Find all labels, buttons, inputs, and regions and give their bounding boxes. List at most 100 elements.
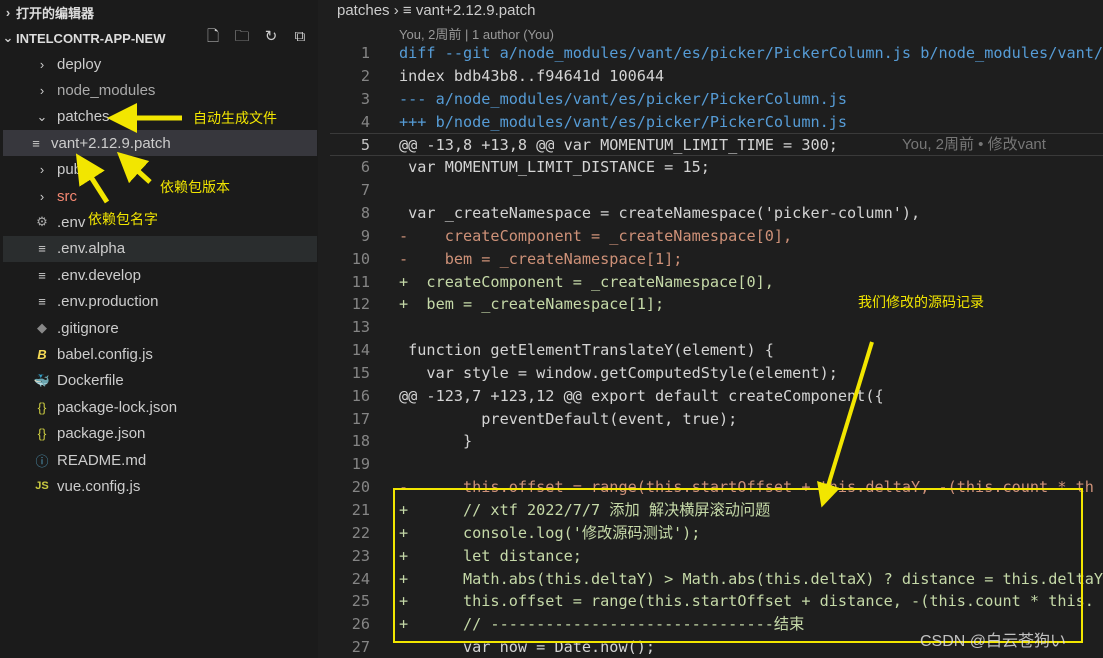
line-number: 18 (351, 432, 370, 451)
code-text: + bem = _createNamespace[1]; (399, 295, 665, 314)
lines-icon: ≡ (38, 241, 46, 257)
label-package-name: 依赖包名字 (88, 211, 158, 227)
code-text: - createComponent = _createNamespace[0], (399, 226, 793, 245)
gear-icon: ⚙ (36, 214, 48, 230)
code-line[interactable]: 19 (330, 453, 1103, 476)
code-line[interactable]: 9 - createComponent = _createNamespace[0]… (330, 225, 1103, 248)
code-line[interactable]: 2 index bdb43b8..f94641d 100644 (330, 65, 1103, 88)
code-line[interactable]: 5 @@ -13,8 +13,8 @@ var MOMENTUM_LIMIT_TI… (330, 133, 1103, 157)
tree-file[interactable]: ◆ .gitignore (3, 315, 317, 341)
code-line[interactable]: 1 diff --git a/node_modules/vant/es/picke… (330, 42, 1103, 65)
breadcrumb-file[interactable]: vant+2.12.9.patch (416, 2, 536, 19)
line-number: 13 (351, 318, 370, 337)
code-line[interactable]: 24 + Math.abs(this.deltaY) > Math.abs(thi… (330, 568, 1103, 591)
breadcrumb-folder[interactable]: patches (337, 2, 390, 19)
code-line[interactable]: 11 + createComponent = _createNamespace[0… (330, 271, 1103, 294)
line-number: 19 (351, 455, 370, 474)
tree-folder[interactable]: › deploy (3, 51, 317, 77)
tree-file[interactable]: 🐳 Dockerfile (3, 368, 317, 394)
code-line[interactable]: 3 --- a/node_modules/vant/es/picker/Picke… (330, 88, 1103, 111)
line-number: 27 (351, 638, 370, 657)
open-editors-section[interactable]: › 打开的编辑器 (0, 0, 94, 24)
chevron-right-icon: › (39, 82, 45, 98)
tree-item-label: vant+2.12.9.patch (51, 134, 171, 152)
line-number: 7 (360, 181, 370, 200)
code-line[interactable]: 25 + this.offset = range(this.startOffset… (330, 590, 1103, 613)
watermark: CSDN @白云苍狗い (920, 633, 1067, 650)
line-number: 1 (360, 44, 370, 62)
tree-item-label: src (57, 187, 77, 205)
tree-file[interactable]: Bbabel.config.js (3, 341, 317, 367)
new-folder-icon[interactable]: 🗀 (233, 28, 251, 46)
label-modified-source: 我们修改的源码记录 (858, 294, 984, 310)
collapse-all-icon[interactable]: ⧉ (291, 28, 309, 46)
code-line[interactable]: 8 var _createNamespace = createNamespace… (330, 202, 1103, 225)
code-line[interactable]: 22 + console.log('修改源码测试'); (330, 522, 1103, 545)
lines-icon: ≡ (38, 294, 46, 310)
codelens-blame[interactable]: You, 2周前 | 1 author (You) (399, 24, 554, 43)
line-number: 25 (351, 592, 370, 611)
tree-file[interactable]: ⚙ .env (3, 209, 317, 235)
tree-item-label: package-lock.json (57, 398, 178, 416)
code-text: - this.offset = range(this.startOffset +… (399, 478, 1094, 497)
line-number: 9 (360, 226, 370, 245)
tree-file[interactable]: ≡ .env.alpha (3, 235, 317, 262)
line-number: 3 (360, 89, 370, 108)
tree-file[interactable]: {} package.json (3, 421, 317, 447)
new-file-icon[interactable]: 🗋 (204, 28, 222, 46)
refresh-icon[interactable]: ↻ (262, 28, 280, 46)
tree-file[interactable]: ≡ vant+2.12.9.patch (3, 130, 317, 157)
chevron-right-icon: › (5, 4, 11, 20)
babel-icon: B (37, 346, 47, 362)
code-line[interactable]: 20 - this.offset = range(this.startOffset… (330, 476, 1103, 499)
tree-item-label: public (57, 161, 97, 179)
line-number: 22 (351, 523, 370, 542)
code-text: var now = Date.now(); (399, 638, 656, 657)
line-number: 12 (351, 295, 370, 314)
code-line[interactable]: 17 preventDefault(event, true); (330, 408, 1103, 431)
tree-item-label: .env.production (57, 293, 159, 311)
code-line[interactable]: 14 function getElementTranslateY(element… (330, 339, 1103, 362)
project-root[interactable]: ⌄ INTELCONTR-APP-NEW (0, 26, 166, 50)
code-line[interactable]: 13 (330, 316, 1103, 339)
code-line[interactable]: 18 } (330, 430, 1103, 453)
line-number: 2 (360, 66, 370, 85)
code-text: var MOMENTUM_LIMIT_DISTANCE = 15; (399, 158, 710, 177)
code-text: + let distance; (399, 546, 582, 565)
editor-pane[interactable]: patches › ≡ vant+2.12.9.patch You, 2周前 |… (330, 0, 1103, 658)
tree-item-label: .env (57, 213, 86, 231)
code-line[interactable]: 23 + let distance; (330, 545, 1103, 568)
tree-file[interactable]: ⓘ README.md (3, 447, 317, 473)
code-line[interactable]: 16 @@ -123,7 +123,12 @@ export default cr… (330, 385, 1103, 408)
chevron-down-icon: ⌄ (36, 108, 48, 124)
tree-file[interactable]: JS vue.config.js (3, 473, 317, 499)
code-text: + this.offset = range(this.startOffset +… (399, 592, 1094, 611)
code-line[interactable]: 10 - bem = _createNamespace[1]; (330, 248, 1103, 271)
code-text: @@ -13,8 +13,8 @@ var MOMENTUM_LIMIT_TIM… (399, 136, 838, 155)
tree-folder[interactable]: › node_modules (3, 77, 317, 103)
code-text: --- a/node_modules/vant/es/picker/Picker… (399, 89, 848, 108)
lines-icon: ≡ (32, 135, 40, 151)
line-number: 8 (360, 203, 370, 222)
line-number: 23 (351, 546, 370, 565)
code-line[interactable]: 6 var MOMENTUM_LIMIT_DISTANCE = 15; (330, 156, 1103, 179)
json-icon: {} (37, 399, 47, 415)
code-text: + Math.abs(this.deltaY) > Math.abs(this.… (399, 569, 1103, 588)
project-name: INTELCONTR-APP-NEW (16, 30, 166, 46)
code-line[interactable]: 4 +++ b/node_modules/vant/es/picker/Picke… (330, 111, 1103, 134)
tree-item-label: Dockerfile (57, 372, 124, 390)
tree-file[interactable]: ≡ .env.develop (3, 262, 317, 288)
line-number: 26 (351, 615, 370, 634)
line-number: 10 (351, 249, 370, 268)
code-line[interactable]: 7 (330, 179, 1103, 202)
code-line[interactable]: 12 + bem = _createNamespace[1]; (330, 293, 1103, 316)
code-text: + // xtf 2022/7/7 添加 解决横屏滚动问题 (399, 501, 771, 519)
code-line[interactable]: 15 var style = window.getComputedStyle(e… (330, 362, 1103, 385)
chevron-right-icon: › (39, 188, 45, 204)
code-line[interactable]: 21 + // xtf 2022/7/7 添加 解决横屏滚动问题 (330, 499, 1103, 522)
tree-file[interactable]: ≡ .env.production (3, 289, 317, 315)
code-text: function getElementTranslateY(element) { (399, 341, 774, 360)
inline-blame: You, 2周前 • 修改vant (902, 136, 1046, 154)
tree-file[interactable]: {} package-lock.json (3, 394, 317, 420)
line-number: 24 (351, 569, 370, 588)
